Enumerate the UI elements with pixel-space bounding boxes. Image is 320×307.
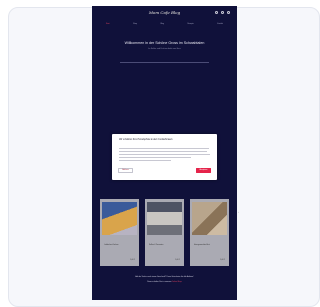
cookie-decline-label: Ablehnen — [122, 170, 129, 171]
cookie-text-line — [119, 148, 209, 149]
chevron-right-icon[interactable]: › — [238, 210, 239, 214]
product-card[interactable]: Hausgemachtes Brot 5,00 € — [190, 199, 229, 266]
footer-text-2: Diese erhalten Sie in unserem Online-Sho… — [92, 281, 237, 283]
product-price: 5,00 € — [175, 259, 180, 261]
nav-item-kontakt[interactable]: Kontakt — [217, 23, 223, 25]
cookie-decline-button[interactable]: Ablehnen — [118, 168, 133, 173]
cookie-consent-modal: Wir schätzen Ihre Privatsphäre & den Coo… — [112, 134, 217, 180]
nav-item-blog[interactable]: Blog — [161, 23, 164, 25]
product-name[interactable]: Lebkuchen Kuchen — [104, 244, 118, 246]
website-preview: Mom Cafe Blog Start Shop Blog Rezepte Ko… — [92, 6, 237, 300]
product-image[interactable] — [192, 202, 227, 235]
cookie-text-line — [119, 157, 191, 158]
product-name[interactable]: Kaffee & Teesorten — [149, 244, 163, 246]
footer-text: Auf der Suche nach einem Geschenk? Dann … — [135, 276, 194, 278]
cookie-modal-title: Wir schätzen Ihre Privatsphäre & den Coo… — [119, 139, 173, 141]
cookie-text-line — [119, 151, 207, 152]
online-shop-link[interactable]: Online-Shop — [172, 281, 182, 283]
nav-item-shop[interactable]: Shop — [133, 23, 137, 25]
main-nav: Start Shop Blog Rezepte Kontakt — [106, 23, 223, 25]
product-price: 5,00 € — [130, 259, 135, 261]
cookie-text-line — [119, 160, 171, 161]
product-image[interactable] — [147, 202, 182, 235]
site-header: Mom Cafe Blog — [92, 6, 237, 24]
search-icon[interactable] — [215, 11, 218, 14]
header-icons — [215, 11, 230, 14]
product-card[interactable]: Lebkuchen Kuchen 5,00 € — [100, 199, 139, 266]
cookie-text-line — [119, 154, 210, 155]
user-icon[interactable] — [221, 11, 224, 14]
cookie-accept-label: Akzeptieren — [199, 170, 208, 171]
cart-icon[interactable] — [227, 11, 230, 14]
footer-text-prefix: Diese erhalten Sie in unserem — [147, 281, 172, 283]
hero-title: Willkommen in der Schöne Gross im Schwab… — [124, 41, 205, 45]
product-card[interactable]: Kaffee & Teesorten 5,00 € — [145, 199, 184, 266]
product-name[interactable]: Hausgemachtes Brot — [194, 244, 210, 246]
cookie-accept-button[interactable]: Akzeptieren — [196, 168, 211, 173]
product-price: 5,00 € — [220, 259, 225, 261]
hero-divider — [120, 62, 209, 63]
nav-item-rezepte[interactable]: Rezepte — [187, 23, 193, 25]
product-image[interactable] — [102, 202, 137, 235]
nav-item-start[interactable]: Start — [106, 23, 110, 25]
hero-subtitle: Im Kaffee und Kuchen direkt vom Herz — [148, 48, 181, 50]
